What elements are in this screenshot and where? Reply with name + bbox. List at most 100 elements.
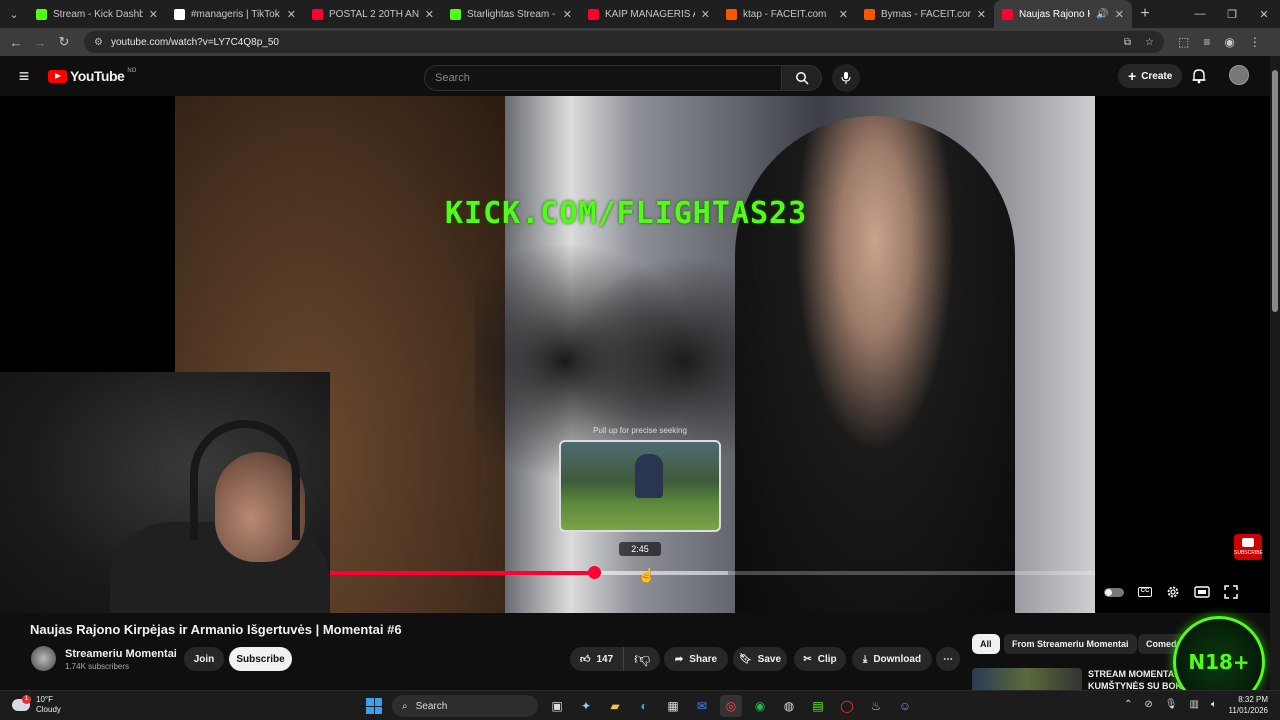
close-window-icon[interactable]: ✕ [1248,8,1280,21]
chip-from-channel[interactable]: From Streameriu Momentai [1004,634,1137,654]
weather-desc: Cloudy [36,705,61,714]
extensions-icon[interactable]: ⬚ [1178,35,1189,49]
site-info-icon[interactable]: ⚙ [94,37,103,48]
tab-close-icon[interactable]: ✕ [563,8,572,21]
minimize-icon[interactable]: — [1184,8,1216,21]
speaker-icon[interactable]: 🔊 [1096,9,1108,20]
copilot-icon[interactable]: ✦ [575,695,597,717]
profile-icon[interactable]: ◉ [1224,35,1234,49]
new-tab-icon[interactable]: + [1132,5,1158,23]
windows-start-icon[interactable] [366,698,382,714]
search-button[interactable] [782,65,822,91]
restore-icon[interactable]: ❐ [1216,8,1248,21]
media-controls-icon[interactable]: ≡ [1203,35,1210,49]
scrollbar-thumb[interactable] [1272,70,1278,312]
bookmark-star-icon[interactable]: ☆ [1145,37,1154,48]
download-button[interactable]: ⤓ Download [852,647,932,671]
task-view-icon[interactable]: ▣ [546,695,568,717]
browser-tab[interactable]: #manageris | TikTok ✕ [166,0,304,28]
weather-temp: 10°F [36,695,53,704]
tray-app-icon[interactable]: ⊘ [1144,699,1152,710]
fullscreen-icon[interactable] [1224,585,1238,599]
scrubber-handle[interactable] [587,566,601,579]
windows-taskbar: 1 10°F Cloudy ⌕ Search ▣ ✦ ▰ ◐ ▦ ✉ ◎ ◉ ◍… [0,690,1280,720]
store-icon[interactable]: ▦ [662,695,684,717]
join-button[interactable]: Join [184,647,224,671]
tab-search-dropdown-icon[interactable]: ⌄ [0,0,28,28]
tab-close-icon[interactable]: ✕ [149,8,158,21]
seek-hint: Pull up for precise seeking [593,426,687,435]
tab-title: Stream - Kick Dashboard [53,8,143,20]
autoplay-toggle[interactable] [1104,587,1124,597]
browser-tab[interactable]: Stream - Kick Dashboard ✕ [28,0,166,28]
opera-icon[interactable]: ◯ [836,695,858,717]
tab-close-icon[interactable]: ✕ [977,8,986,21]
browser-tab[interactable]: Starlightas Stream - Watch ✕ [442,0,580,28]
like-button[interactable]: 👍︎ 147 [570,647,625,671]
browser-tab[interactable]: KAIP MANAGERIS AKROP ✕ [580,0,718,28]
network-icon[interactable]: ▥ [1189,699,1198,710]
spotify-icon[interactable]: ◉ [749,695,771,717]
share-button[interactable]: ➦ Share [664,647,728,671]
chrome-icon[interactable]: ◎ [720,695,742,717]
url-field[interactable]: ⚙ youtube.com/watch?v=LY7C4Q8p_50 ⧉ ☆ [84,31,1164,53]
tray-overflow-icon[interactable]: ⌃ [1124,699,1132,710]
browser-tab[interactable]: ktap - FACEIT.com ✕ [718,0,856,28]
search-input[interactable]: Search [424,65,782,91]
youtube-play-icon [48,69,67,83]
scissors-icon: ✂ [803,653,812,665]
chip-all[interactable]: All [972,634,1000,654]
voice-search-button[interactable] [832,64,860,92]
volume-icon[interactable]: 🔈︎ [1211,699,1217,710]
browser-tab[interactable]: POSTAL 2 20TH ANNIVERS ✕ [304,0,442,28]
browser-tab-strip: ⌄ Stream - Kick Dashboard ✕ #manageris |… [0,0,1280,28]
youtube-logo[interactable]: YouTube NO [48,68,136,84]
back-arrow-icon[interactable]: ← [4,35,28,50]
tab-close-icon[interactable]: ✕ [287,8,296,21]
reload-icon[interactable]: ↻ [52,34,76,50]
taskbar-clock[interactable]: 8:32 PM 11/01/2026 [1222,694,1268,716]
file-explorer-icon[interactable]: ▰ [604,695,626,717]
tab-close-icon[interactable]: ✕ [701,8,710,21]
share-label: Share [689,653,718,665]
create-button[interactable]: + Create [1118,64,1183,88]
outlook-icon[interactable]: ✉ [691,695,713,717]
edge-icon[interactable]: ◐ [633,695,655,717]
more-actions-button[interactable]: ⋯ [936,647,960,671]
video-player[interactable]: KICK.COM/FLIGHTAS23 Pull up for precise … [0,96,1270,613]
thumbs-up-icon: 👍︎ [580,654,591,665]
install-app-icon[interactable]: ⧉ [1124,37,1131,48]
obs-icon[interactable]: ◍ [778,695,800,717]
recommendation-thumbnail[interactable] [972,668,1082,690]
browser-menu-icon[interactable]: ⋮ [1249,35,1261,49]
channel-avatar[interactable] [31,646,56,671]
save-button[interactable]: 🔖︎ Save [733,647,787,671]
progress-bar[interactable] [330,566,1095,579]
kick-app-icon[interactable]: ▤ [807,695,829,717]
browser-tab-active[interactable]: Naujas Rajono Kirpėjas 🔊 ✕ [994,0,1132,28]
channel-name[interactable]: Streameriu Momentai [65,648,177,660]
tab-close-icon[interactable]: ✕ [839,8,848,21]
steam-icon[interactable]: ♨ [865,695,887,717]
captions-icon[interactable]: CC [1138,587,1152,597]
account-avatar[interactable] [1229,65,1249,85]
taskbar-search[interactable]: ⌕ Search [392,695,538,717]
page-scrollbar[interactable] [1270,56,1280,690]
subscribe-watermark[interactable]: SUBSCRIBE [1234,534,1263,560]
subscribe-button[interactable]: Subscribe [229,647,292,671]
dislike-button[interactable]: 👎︎ [624,647,660,671]
discord-icon[interactable]: ☺ [894,695,916,717]
clip-button[interactable]: ✂ Clip [794,647,846,671]
tab-close-icon[interactable]: ✕ [425,8,434,21]
forward-arrow-icon[interactable]: → [28,35,52,50]
microphone-tray-icon[interactable]: 🎙︎ [1165,699,1178,710]
browser-toolbar-right: ⬚ ≡ ◉ ⋮ [1178,35,1261,49]
settings-gear-icon[interactable] [1166,585,1180,599]
theater-mode-icon[interactable] [1194,586,1210,598]
weather-widget[interactable]: 1 10°F Cloudy [12,695,61,715]
microphone-icon [841,72,851,84]
tab-close-icon[interactable]: ✕ [1115,8,1124,21]
notifications-bell-icon[interactable] [1192,68,1206,84]
browser-tab[interactable]: Bymas - FACEIT.com ✕ [856,0,994,28]
hamburger-menu-icon[interactable]: ≡ [0,66,48,87]
